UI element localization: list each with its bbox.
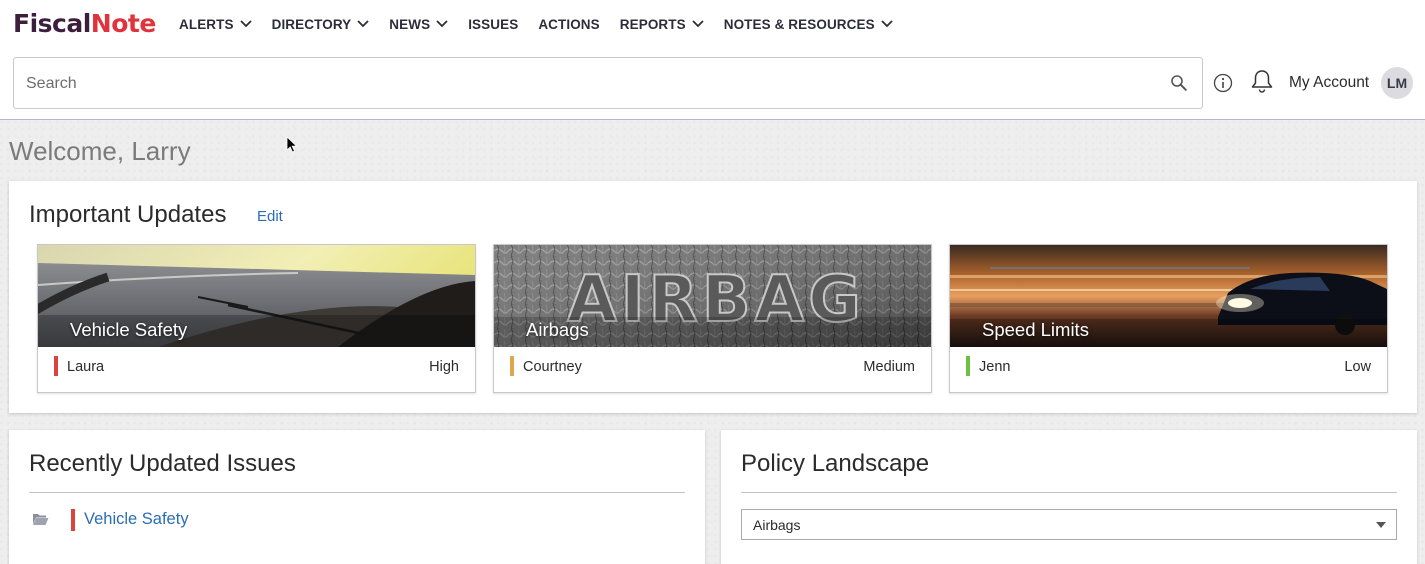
nav-alerts-label: ALERTS <box>179 16 234 32</box>
card-title: Speed Limits <box>982 319 1089 340</box>
important-updates-panel: Important Updates Edit Vehicle Safety La… <box>9 181 1417 413</box>
card-footer: Jenn Low <box>950 347 1387 392</box>
nav-directory[interactable]: DIRECTORY <box>272 14 370 34</box>
chevron-down-icon <box>436 20 448 28</box>
card-owner: Jenn <box>979 359 1011 375</box>
nav-alerts[interactable]: ALERTS <box>179 14 252 34</box>
important-updates-title: Important Updates <box>29 201 227 228</box>
main-menu: ALERTS DIRECTORY NEWS ISSUES ACTIONS REP… <box>179 14 913 34</box>
welcome-heading: Welcome, Larry <box>9 136 191 166</box>
issue-link-vehicle-safety[interactable]: Vehicle Safety <box>84 510 189 529</box>
card-footer: Laura High <box>38 347 475 392</box>
nav-notes-resources[interactable]: NOTES & RESOURCES <box>724 14 893 34</box>
issue-color-indicator <box>71 509 75 531</box>
top-nav: FiscalNote ALERTS DIRECTORY NEWS ISSUES … <box>0 0 1425 48</box>
logo-text-fiscal: Fiscal <box>13 9 91 38</box>
mouse-cursor-icon <box>286 136 298 153</box>
card-title: Airbags <box>526 319 589 340</box>
update-card-vehicle-safety[interactable]: Vehicle Safety Laura High <box>37 244 476 393</box>
recent-issues-panel: Recently Updated Issues Vehicle Safety <box>9 430 705 564</box>
policy-issue-select[interactable]: Airbags <box>741 509 1397 540</box>
policy-landscape-panel: Policy Landscape Airbags <box>721 430 1417 564</box>
edit-link[interactable]: Edit <box>257 208 283 225</box>
nav-actions-label: ACTIONS <box>538 16 600 32</box>
chevron-down-icon <box>357 20 369 28</box>
card-owner: Courtney <box>523 359 582 375</box>
card-footer: Courtney Medium <box>494 347 931 392</box>
nav-issues-label: ISSUES <box>468 16 519 32</box>
nav-reports[interactable]: REPORTS <box>620 14 704 34</box>
fiscalnote-logo[interactable]: FiscalNote <box>13 8 156 40</box>
chevron-down-icon <box>881 20 893 28</box>
card-priority: High <box>429 359 459 375</box>
recent-issues-title: Recently Updated Issues <box>29 450 296 477</box>
search-icon[interactable] <box>1170 74 1188 92</box>
dashboard: Welcome, Larry Important Updates Edit Ve… <box>0 119 1425 564</box>
folder-open-icon <box>33 514 49 525</box>
priority-indicator <box>966 356 970 376</box>
card-priority: Medium <box>863 359 915 375</box>
card-priority: Low <box>1344 359 1371 375</box>
avatar[interactable]: LM <box>1381 67 1413 99</box>
policy-landscape-title: Policy Landscape <box>741 450 930 477</box>
nav-actions[interactable]: ACTIONS <box>538 14 599 34</box>
caret-down-icon <box>1376 522 1386 528</box>
logo-text-note: Note <box>90 9 157 38</box>
search-bar <box>13 57 1203 109</box>
priority-indicator <box>54 356 58 376</box>
search-input[interactable] <box>26 71 1146 97</box>
nav-news-label: NEWS <box>389 16 431 32</box>
chevron-down-icon <box>692 20 704 28</box>
card-owner: Laura <box>67 359 105 375</box>
nav-news[interactable]: NEWS <box>389 14 448 34</box>
divider <box>29 492 685 493</box>
priority-indicator <box>510 356 514 376</box>
nav-reports-label: REPORTS <box>619 16 686 32</box>
nav-issues[interactable]: ISSUES <box>468 14 518 34</box>
my-account-link[interactable]: My Account <box>1289 74 1369 92</box>
nav-notes-resources-label: NOTES & RESOURCES <box>723 16 875 32</box>
update-card-speed-limits[interactable]: Speed Limits Jenn Low <box>949 244 1388 393</box>
divider <box>741 492 1397 493</box>
bell-icon[interactable] <box>1249 68 1275 94</box>
nav-directory-label: DIRECTORY <box>271 16 352 32</box>
update-card-airbags[interactable]: AIRBAG Airbags Courtney Medium <box>493 244 932 393</box>
chevron-down-icon <box>239 20 252 28</box>
select-value: Airbags <box>753 517 801 533</box>
card-title: Vehicle Safety <box>70 319 188 340</box>
info-icon[interactable] <box>1213 73 1233 93</box>
